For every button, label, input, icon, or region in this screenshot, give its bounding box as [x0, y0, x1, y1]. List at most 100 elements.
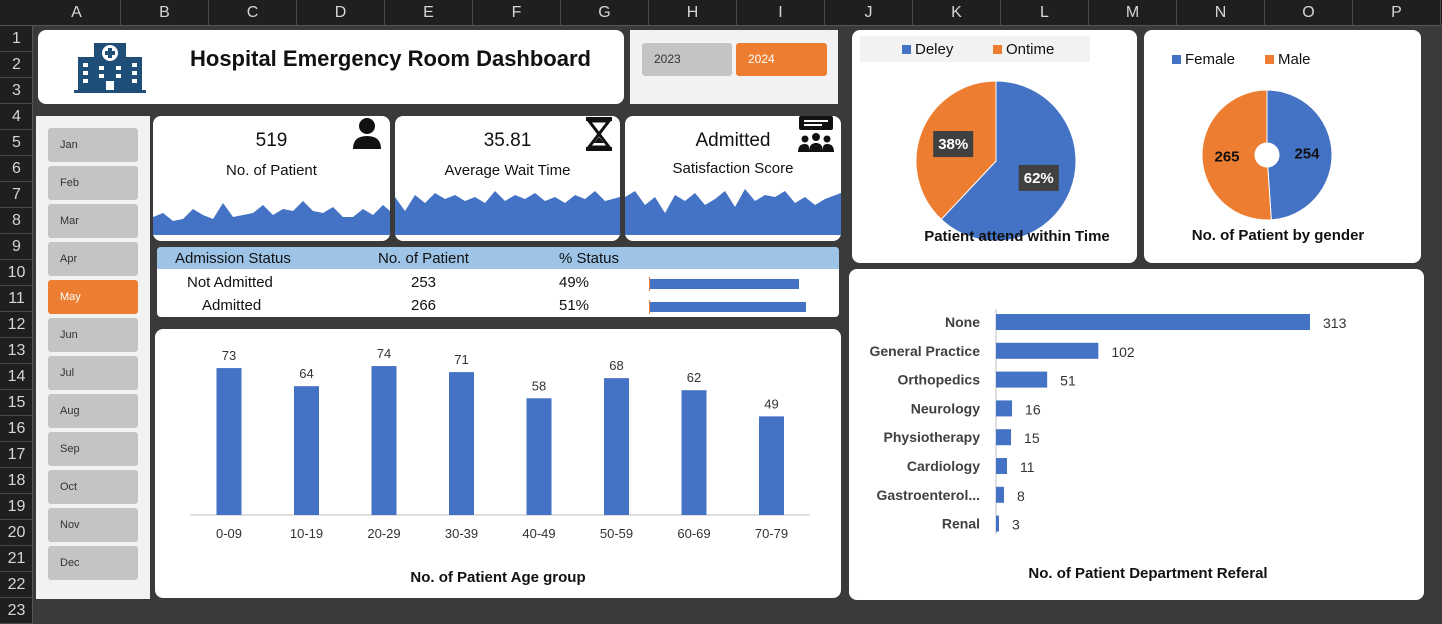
referral-bar — [996, 515, 1000, 532]
row-header[interactable]: 4 — [0, 104, 33, 130]
age-tick-label: 10-19 — [290, 526, 323, 541]
referral-category-label: General Practice — [869, 343, 980, 359]
referral-bar-label: 313 — [1323, 315, 1347, 331]
row-header[interactable]: 11 — [0, 286, 33, 312]
age-group-chart-title: No. of Patient Age group — [410, 569, 586, 586]
column-header[interactable]: J — [825, 0, 913, 26]
row-header[interactable]: 8 — [0, 208, 33, 234]
column-header[interactable]: O — [1265, 0, 1353, 26]
referral-chart-title: No. of Patient Department Referal — [1028, 565, 1268, 582]
column-header[interactable]: G — [561, 0, 649, 26]
admission-table: Admission Status No. of Patient % Status… — [157, 247, 839, 317]
referral-chart: None 313 General Practice 102 Orthopedics 51 N… — [869, 309, 1347, 534]
column-header[interactable]: M — [1089, 0, 1177, 26]
admission-row-count: 253 — [411, 274, 437, 291]
month-button-feb[interactable]: Feb — [48, 166, 138, 200]
row-header[interactable]: 5 — [0, 130, 33, 156]
month-button-jun[interactable]: Jun — [48, 318, 138, 352]
referral-bar — [996, 400, 1013, 417]
column-header[interactable]: H — [649, 0, 737, 26]
year-slicer: 2023 2024 — [630, 30, 838, 104]
month-button-jul[interactable]: Jul — [48, 356, 138, 390]
attend-time-chart-title: Patient attend within Time — [924, 228, 1110, 245]
row-header[interactable]: 6 — [0, 156, 33, 182]
age-bar-label: 71 — [454, 352, 468, 367]
year-button-2024[interactable]: 2024 — [736, 43, 827, 76]
row-header[interactable]: 3 — [0, 78, 33, 104]
admission-row-pct: 49% — [559, 274, 590, 291]
row-header[interactable]: 1 — [0, 26, 33, 52]
column-header[interactable]: A — [33, 0, 121, 26]
donut-slice-label: 254 — [1294, 146, 1320, 163]
row-header[interactable]: 7 — [0, 182, 33, 208]
column-header[interactable]: P — [1353, 0, 1441, 26]
column-header[interactable]: I — [737, 0, 825, 26]
row-header[interactable]: 13 — [0, 338, 33, 364]
kpi-wait-label: Average Wait Time — [444, 162, 571, 179]
row-header[interactable]: 18 — [0, 468, 33, 494]
admission-databar — [649, 300, 806, 314]
kpi-wait-sparkline — [395, 191, 620, 235]
row-header[interactable]: 19 — [0, 494, 33, 520]
month-button-sep[interactable]: Sep — [48, 432, 138, 466]
age-bar-label: 62 — [687, 370, 701, 385]
row-header[interactable]: 2 — [0, 52, 33, 78]
month-button-may[interactable]: May — [48, 280, 138, 314]
row-header[interactable]: 12 — [0, 312, 33, 338]
month-button-aug[interactable]: Aug — [48, 394, 138, 428]
referral-category-label: Neurology — [911, 400, 980, 416]
year-button-2023[interactable]: 2023 — [642, 43, 732, 76]
row-header[interactable]: 10 — [0, 260, 33, 286]
month-button-jan[interactable]: Jan — [48, 128, 138, 162]
month-button-nov[interactable]: Nov — [48, 508, 138, 542]
row-header[interactable]: 20 — [0, 520, 33, 546]
month-button-oct[interactable]: Oct — [48, 470, 138, 504]
month-button-apr[interactable]: Apr — [48, 242, 138, 276]
row-header[interactable]: 22 — [0, 572, 33, 598]
age-tick-label: 0-09 — [216, 526, 242, 541]
hospital-icon — [74, 43, 146, 93]
age-tick-label: 60-69 — [677, 526, 710, 541]
row-header[interactable]: 16 — [0, 416, 33, 442]
row-header[interactable]: 9 — [0, 234, 33, 260]
header-admission-status: Admission Status — [175, 250, 291, 267]
age-tick-label: 20-29 — [367, 526, 400, 541]
column-header[interactable]: E — [385, 0, 473, 26]
pie-slice-label: 38% — [938, 136, 968, 153]
column-header[interactable]: K — [913, 0, 1001, 26]
age-tick-label: 70-79 — [755, 526, 788, 541]
row-header[interactable]: 14 — [0, 364, 33, 390]
admission-row-count: 266 — [411, 297, 437, 314]
column-header[interactable]: D — [297, 0, 385, 26]
column-header[interactable]: C — [209, 0, 297, 26]
month-button-dec[interactable]: Dec — [48, 546, 138, 580]
referral-category-label: None — [945, 314, 980, 330]
month-button-mar[interactable]: Mar — [48, 204, 138, 238]
kpi-patients-sparkline — [153, 201, 390, 235]
column-header[interactable]: F — [473, 0, 561, 26]
column-header[interactable]: L — [1001, 0, 1089, 26]
gender-chart-card: Female Male 254 265 No. of Patient by gen… — [1144, 30, 1421, 263]
row-header[interactable]: 21 — [0, 546, 33, 572]
attend-time-chart-card: Deley Ontime 62% 38% Patient attend withi… — [852, 30, 1137, 263]
column-header[interactable]: B — [121, 0, 209, 26]
age-bar — [294, 386, 319, 515]
title-card: Hospital Emergency Room Dashboard — [38, 30, 624, 104]
row-header[interactable]: 15 — [0, 390, 33, 416]
group-chat-icon — [798, 116, 834, 152]
referral-category-label: Gastroenterol... — [877, 487, 980, 503]
referral-category-label: Cardiology — [907, 458, 980, 474]
header-no-of-patient: No. of Patient — [378, 250, 469, 267]
referral-bar-label: 16 — [1025, 401, 1041, 417]
age-tick-label: 30-39 — [445, 526, 478, 541]
referral-bar — [996, 371, 1048, 388]
age-bar — [526, 398, 552, 515]
referral-bar — [996, 342, 1099, 359]
referral-bar-label: 51 — [1060, 373, 1076, 389]
header-pct-status: % Status — [559, 250, 620, 267]
kpi-satisfaction-card: Admitted Satisfaction Score — [625, 116, 841, 241]
column-header[interactable]: N — [1177, 0, 1265, 26]
row-header[interactable]: 23 — [0, 598, 33, 624]
row-header[interactable]: 17 — [0, 442, 33, 468]
admission-row-pct: 51% — [559, 297, 590, 314]
